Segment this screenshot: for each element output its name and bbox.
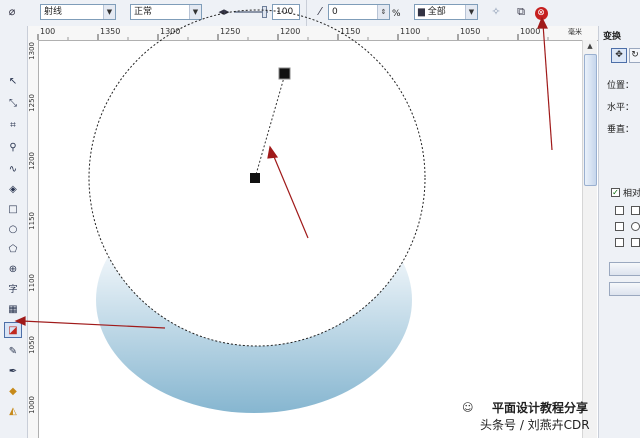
docker-title: 变换 — [603, 32, 622, 42]
scroll-up-icon[interactable]: ▲ — [584, 40, 596, 52]
scroll-thumb[interactable] — [584, 54, 597, 186]
vertical-label: 垂直： — [607, 125, 635, 135]
chat-bubble-icon: ☺ — [462, 401, 474, 414]
arrowhead-icon — [537, 16, 548, 29]
relative-label: 相对 — [623, 189, 640, 199]
shadow-crescent[interactable] — [96, 187, 412, 413]
drawing-canvas[interactable] — [0, 0, 640, 438]
anchor-box[interactable] — [615, 222, 624, 231]
arrowhead-icon — [14, 316, 26, 326]
vertical-scrollbar[interactable]: ▲ — [582, 40, 597, 438]
anchor-box[interactable] — [615, 206, 624, 215]
arrowhead-icon — [267, 145, 279, 159]
anchor-box[interactable] — [615, 238, 624, 247]
position-label: 位置： — [607, 81, 635, 91]
anchor-box[interactable] — [631, 238, 640, 247]
anchor-box[interactable] — [631, 206, 640, 215]
rotate-mode-icon[interactable]: ↻ — [629, 48, 640, 63]
watermark-line1: 平面设计教程分享 — [492, 401, 589, 415]
copies-field[interactable] — [609, 262, 640, 276]
anchor-box[interactable] — [631, 222, 640, 231]
annotation-arrow — [542, 23, 553, 151]
horizontal-label: 水平： — [607, 103, 635, 113]
shadow-end-handle[interactable] — [278, 67, 291, 80]
shadow-start-handle[interactable] — [250, 173, 260, 183]
transform-docker: 变换 ✥ ↻ 位置： 水平： 垂直： ✓ 相对 — [598, 26, 640, 438]
shadow-vector-line — [254, 73, 286, 179]
apply-button[interactable] — [609, 282, 640, 296]
position-mode-icon[interactable]: ✥ — [611, 48, 627, 63]
watermark-line2: 头条号 / 刘燕卉CDR — [480, 418, 590, 432]
relative-checkbox[interactable]: ✓ — [611, 188, 620, 197]
